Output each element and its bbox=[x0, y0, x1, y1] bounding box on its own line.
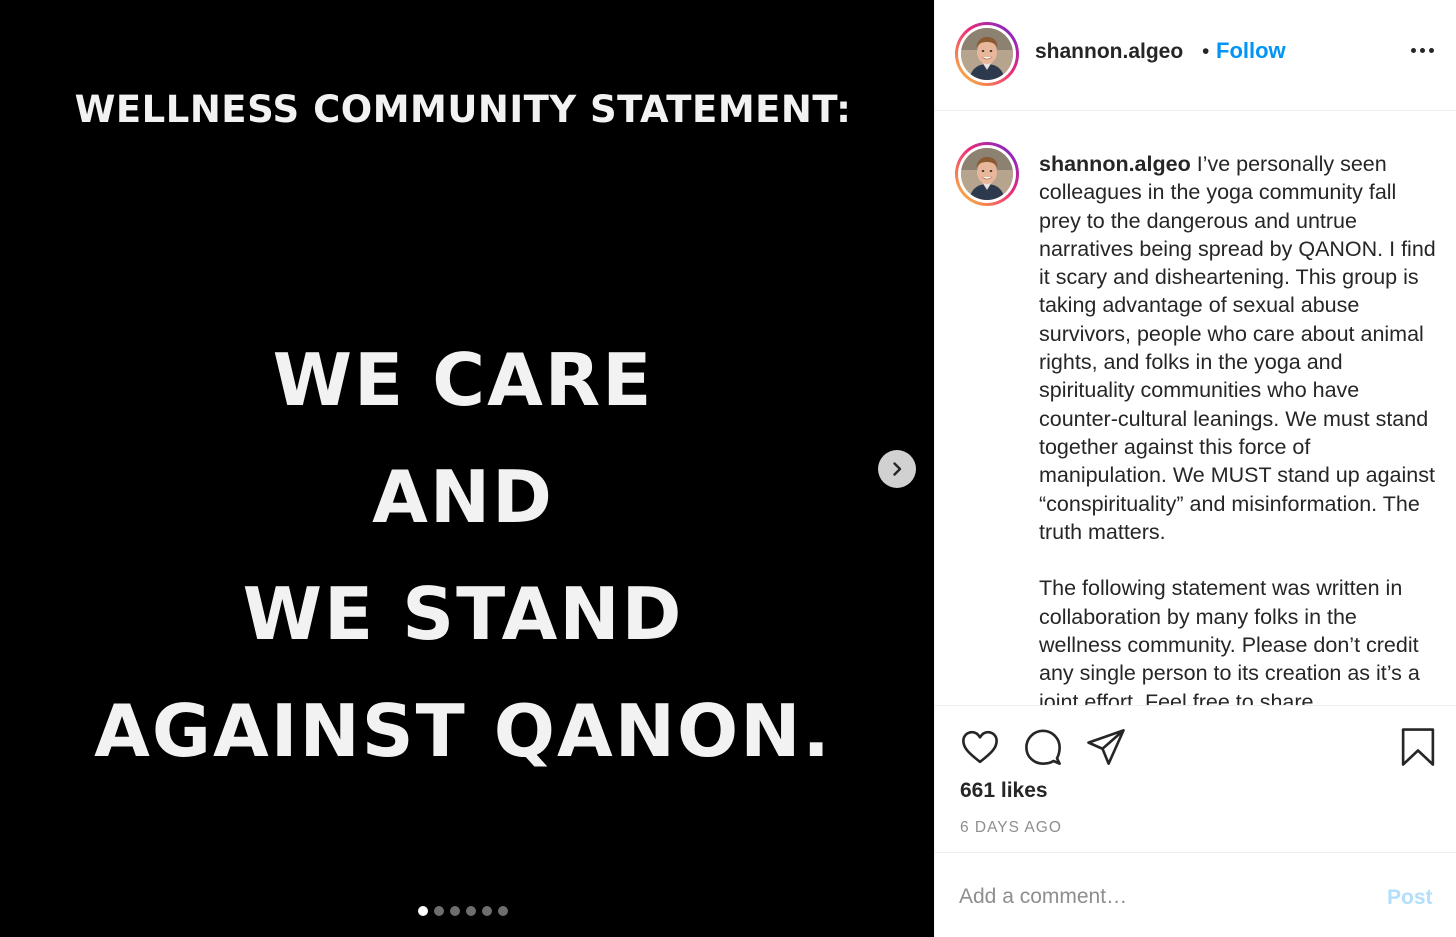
carousel-dot bbox=[498, 906, 508, 916]
comment-form: Post bbox=[935, 854, 1456, 937]
next-slide-button[interactable] bbox=[878, 450, 916, 488]
post-details-panel: shannon.algeo • Follow shannon.algeo I’v… bbox=[934, 0, 1456, 937]
media-line-1: WE CARE bbox=[272, 338, 654, 422]
media-line-2: AND bbox=[372, 455, 554, 539]
carousel-dot bbox=[482, 906, 492, 916]
bookmark-icon[interactable] bbox=[1397, 726, 1439, 768]
carousel-dot bbox=[434, 906, 444, 916]
heart-icon[interactable] bbox=[959, 726, 1001, 768]
post-timestamp[interactable]: 6 DAYS AGO bbox=[960, 819, 1062, 837]
caption-avatar-photo bbox=[961, 148, 1013, 200]
caption-avatar[interactable] bbox=[955, 142, 1019, 206]
media-line-4: AGAINST QANON. bbox=[94, 689, 832, 773]
comment-icon[interactable] bbox=[1022, 726, 1064, 768]
likes-count[interactable]: 661 likes bbox=[960, 779, 1048, 803]
follow-button[interactable]: Follow bbox=[1216, 38, 1286, 64]
media-heading: WELLNESS COMMUNITY STATEMENT: bbox=[74, 88, 852, 131]
carousel-dot bbox=[418, 906, 428, 916]
avatar[interactable] bbox=[955, 22, 1019, 86]
caption-username-link[interactable]: shannon.algeo bbox=[1039, 152, 1191, 176]
caption-text: shannon.algeo I’ve personally seen colle… bbox=[1039, 150, 1439, 705]
header-separator: • bbox=[1202, 40, 1210, 63]
carousel-indicator bbox=[418, 906, 508, 916]
media-line-3: WE STAND bbox=[242, 572, 684, 656]
header-username-link[interactable]: shannon.algeo bbox=[1035, 40, 1183, 64]
carousel-dot bbox=[450, 906, 460, 916]
post-comment-button[interactable]: Post bbox=[1387, 886, 1433, 910]
carousel-dot bbox=[466, 906, 476, 916]
chevron-right-icon bbox=[893, 462, 902, 476]
post-media[interactable]: WELLNESS COMMUNITY STATEMENT: WE CARE AN… bbox=[0, 0, 934, 937]
post-header: shannon.algeo • Follow bbox=[935, 0, 1456, 111]
post-actions: 661 likes 6 DAYS AGO bbox=[935, 705, 1456, 853]
caption-body: I’ve personally seen colleagues in the y… bbox=[1039, 152, 1436, 705]
media-statement: WE CARE AND WE STAND AGAINST QANON. bbox=[0, 322, 926, 790]
comment-input[interactable] bbox=[959, 882, 1359, 912]
share-icon[interactable] bbox=[1085, 726, 1127, 768]
avatar-photo bbox=[961, 28, 1013, 80]
more-horizontal-icon[interactable] bbox=[1411, 48, 1434, 53]
caption-section: shannon.algeo I’ve personally seen colle… bbox=[935, 112, 1456, 705]
